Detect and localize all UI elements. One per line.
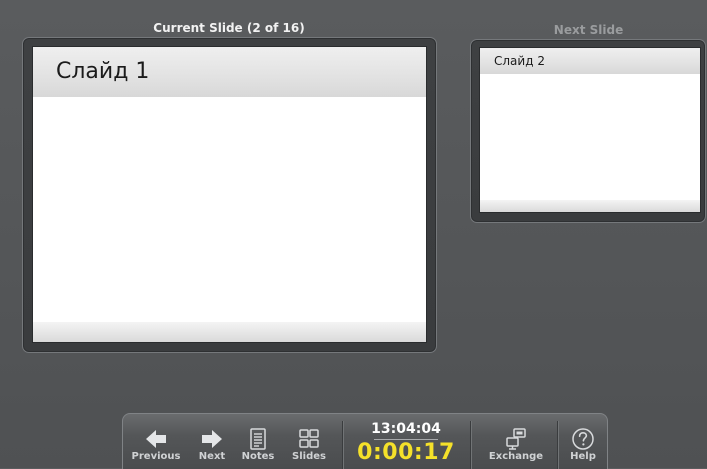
current-slide-preview[interactable]: Слайд 1 (33, 47, 426, 342)
exchange-label: Exchange (488, 451, 544, 462)
slides-grid-icon (299, 429, 319, 448)
slides-button[interactable]: Slides (286, 414, 332, 469)
toolbar-divider (557, 421, 558, 469)
notes-icon (250, 428, 266, 450)
previous-button[interactable]: Previous (127, 414, 185, 469)
help-label: Help (570, 451, 596, 462)
wall-clock: 13:04:04 (371, 421, 441, 437)
next-slide-preview[interactable]: Слайд 2 (480, 48, 700, 212)
help-icon (572, 428, 594, 450)
help-button[interactable]: Help (563, 414, 603, 469)
toolbar-divider (470, 421, 471, 469)
next-slide-heading: Next Slide (553, 23, 624, 37)
slide-footer-band (33, 322, 426, 342)
next-button[interactable]: Next (191, 414, 233, 469)
notes-label: Notes (241, 451, 275, 462)
elapsed-timer[interactable]: 0:00:17 (348, 440, 464, 465)
current-slide-title: Слайд 1 (56, 59, 150, 84)
current-slide-heading: Current Slide (2 of 16) (153, 21, 305, 35)
slides-label: Slides (292, 451, 326, 462)
slide-footer-band (480, 200, 700, 212)
exchange-icon (506, 428, 526, 450)
exchange-button[interactable]: Exchange (481, 414, 551, 469)
notes-button[interactable]: Notes (235, 414, 281, 469)
presenter-toolbar: Previous Next Notes Slides 13:04:04 0:00… (122, 413, 608, 469)
arrow-left-icon (146, 430, 166, 448)
previous-label: Previous (131, 451, 181, 462)
next-slide-panel[interactable]: Слайд 2 (470, 39, 706, 223)
next-label: Next (198, 451, 226, 462)
next-slide-title: Слайд 2 (494, 54, 545, 68)
clock-area: 13:04:04 0:00:17 (348, 414, 464, 469)
toolbar-divider (342, 421, 343, 469)
current-slide-panel[interactable]: Слайд 1 (22, 37, 437, 353)
arrow-right-icon (202, 430, 222, 448)
